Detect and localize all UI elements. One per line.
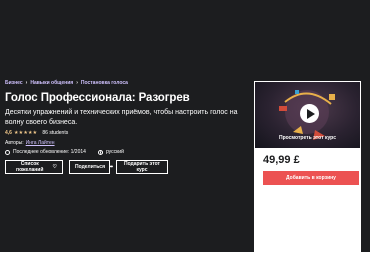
bottom-divider [0,252,370,257]
preview-label: Просмотреть этот курс [278,135,336,141]
course-subtitle: Десятки упражнений и технических приёмов… [5,109,238,126]
breadcrumb-item-voice[interactable]: Постановка голоса [81,80,128,86]
author-row: Авторы: Инга Лайтен [5,140,55,146]
chevron-right-icon: › [76,80,78,86]
breadcrumb-item-communication[interactable]: Навыки общения [30,80,73,86]
rating-stars: ★★★★★ [13,130,38,136]
rating-value: 4,6 [5,130,12,136]
share-button[interactable]: Поделиться ➦ [69,160,114,174]
share-arrow-icon: ➦ [109,164,114,170]
course-title: Голос Профессионала: Разогрев [5,92,190,104]
share-label: Поделиться [75,164,106,170]
breadcrumb-item-business[interactable]: Бизнес [5,80,23,86]
course-language: русский [97,149,124,155]
course-preview[interactable]: Просмотреть этот курс [255,82,360,148]
last-updated: Последнее обновление: 1/2014 [5,149,86,155]
gift-button[interactable]: Подарить этот курс [116,160,168,174]
chevron-right-icon: › [25,80,28,86]
heart-icon: ♡ [52,164,57,170]
wishlist-button[interactable]: Список пожеланий ♡ [5,160,63,174]
breadcrumb: Бизнес › Навыки общения › Постановка гол… [5,80,128,86]
gift-label: Подарить этот курс [123,161,161,173]
authors-label: Авторы: [5,140,24,146]
add-to-cart-button[interactable]: Добавить в корзину [263,171,359,185]
purchase-card: Просмотреть этот курс 49,99 £ Добавить в… [253,80,362,257]
course-price: 49,99 £ [263,154,300,166]
student-count: 86 students [42,130,69,136]
play-icon[interactable] [300,104,319,123]
wishlist-label: Список пожеланий [16,161,44,173]
meta-row: Последнее обновление: 1/2014 русский [5,149,124,155]
last-updated-text: Последнее обновление: 1/2014 [13,149,86,155]
globe-icon [97,149,104,155]
rating-row: 4,6 ★★★★★ 86 students [5,130,68,136]
author-link[interactable]: Инга Лайтен [26,140,55,146]
alert-icon [5,149,10,155]
action-buttons: Список пожеланий ♡ Поделиться ➦ Подарить… [5,160,168,174]
language-text: русский [105,149,124,155]
